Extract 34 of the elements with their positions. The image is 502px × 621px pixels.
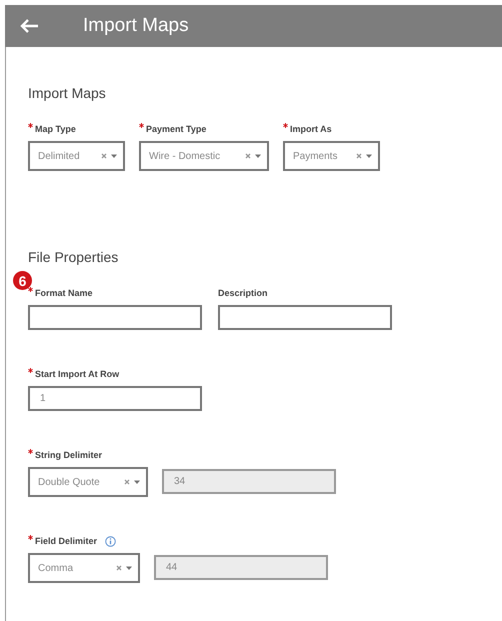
clear-icon[interactable] bbox=[124, 479, 130, 485]
caret-icon[interactable] bbox=[126, 565, 132, 571]
caret-icon[interactable] bbox=[134, 479, 140, 485]
field-label: Map Type bbox=[35, 124, 76, 134]
clear-icon[interactable] bbox=[245, 153, 251, 159]
read-only-field[interactable]: 44 bbox=[154, 555, 328, 580]
dropdown[interactable]: Delimited bbox=[28, 141, 125, 171]
section-title: File Properties bbox=[28, 249, 120, 265]
caret-icon[interactable] bbox=[255, 153, 261, 159]
field-label: Description bbox=[218, 288, 268, 298]
page-title: Import Maps bbox=[83, 15, 189, 37]
field-label: Field Delimiter bbox=[35, 536, 98, 546]
read-only-field[interactable]: 34 bbox=[162, 469, 336, 494]
field-label: Start Import At Row bbox=[35, 369, 120, 379]
info-icon[interactable] bbox=[105, 536, 116, 546]
step-badge: 6 bbox=[13, 271, 32, 290]
back-arrow-icon[interactable] bbox=[19, 18, 39, 34]
caret-icon[interactable] bbox=[366, 153, 372, 159]
text-field[interactable]: 1 bbox=[28, 386, 202, 411]
dropdown[interactable]: Comma bbox=[28, 553, 140, 583]
caret-icon[interactable] bbox=[111, 153, 117, 159]
dropdown[interactable]: Double Quote bbox=[28, 467, 148, 497]
text-field[interactable] bbox=[218, 305, 392, 330]
text-field[interactable] bbox=[28, 305, 202, 330]
clear-icon[interactable] bbox=[356, 153, 362, 159]
dropdown[interactable]: Wire - Domestic bbox=[139, 141, 269, 171]
dropdown[interactable]: Payments bbox=[283, 141, 380, 171]
field-label: Import As bbox=[290, 124, 332, 134]
clear-icon[interactable] bbox=[116, 565, 122, 571]
section-title: Import Maps bbox=[28, 85, 107, 101]
field-label: Format Name bbox=[35, 288, 93, 298]
field-label: Payment Type bbox=[146, 124, 206, 134]
field-label: String Delimiter bbox=[35, 450, 102, 460]
clear-icon[interactable] bbox=[101, 153, 107, 159]
